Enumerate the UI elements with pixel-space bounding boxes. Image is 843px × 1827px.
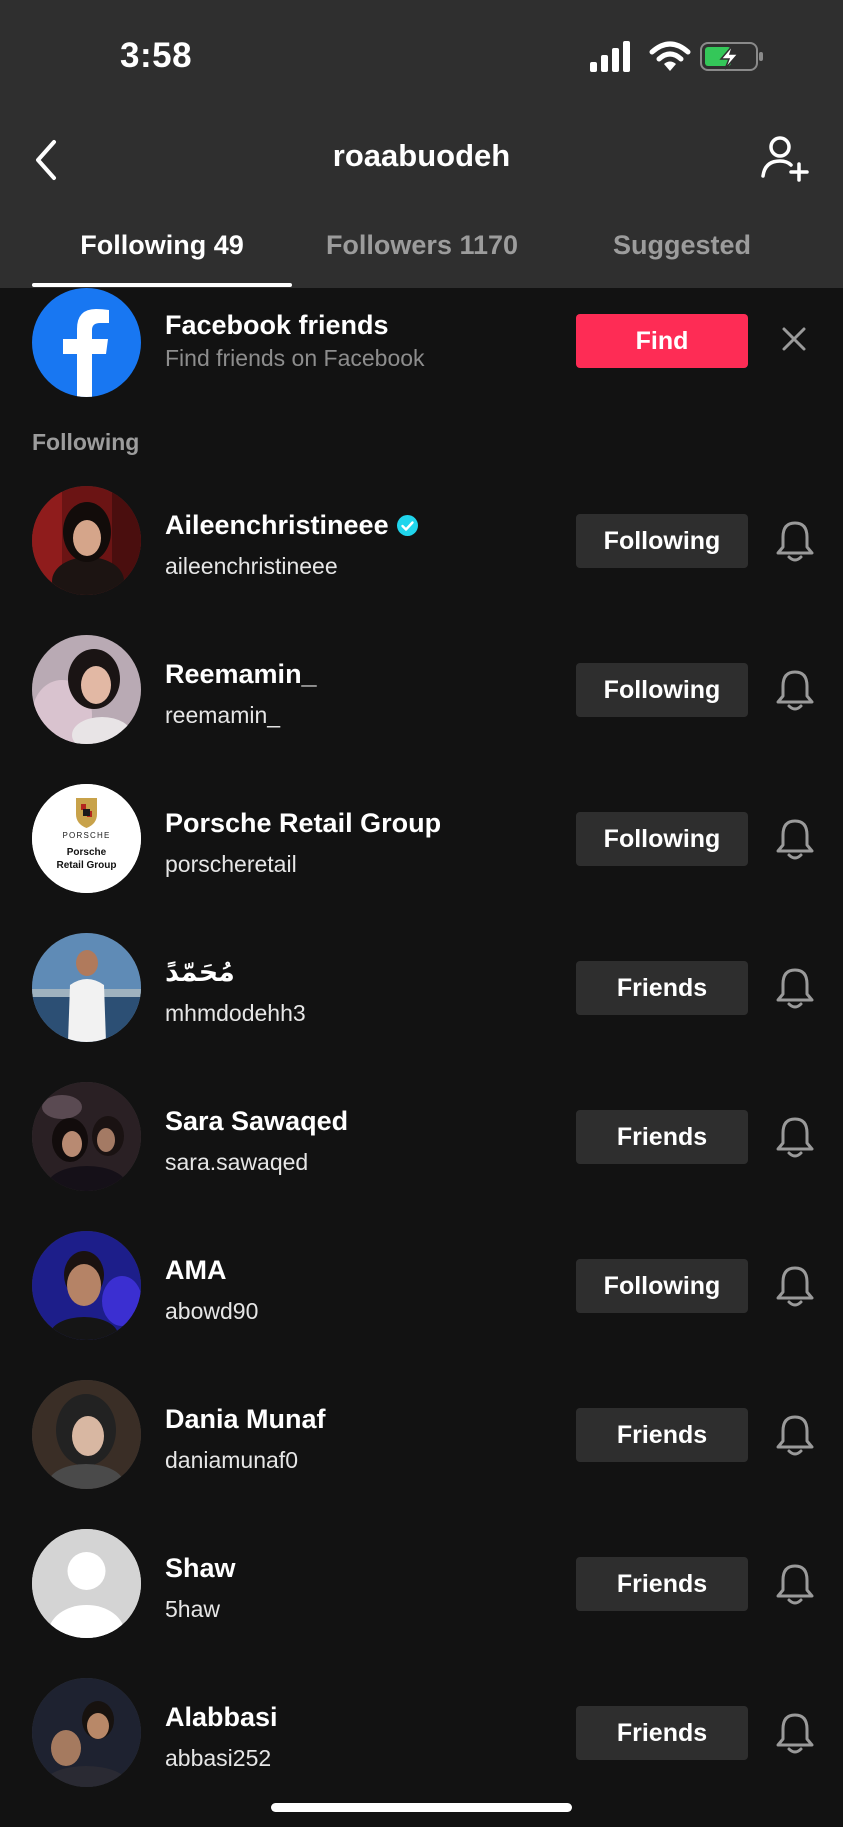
- following-button[interactable]: Following: [576, 514, 748, 568]
- list-item[interactable]: AMA abowd90 Following: [0, 1228, 843, 1377]
- user-display-name[interactable]: Aileenchristineee: [165, 510, 418, 541]
- avatar[interactable]: [32, 1380, 141, 1489]
- bell-icon: [776, 1266, 814, 1307]
- user-handle: aileenchristineee: [165, 553, 338, 579]
- user-display-name[interactable]: Dania Munaf: [165, 1404, 326, 1435]
- avatar[interactable]: [32, 1678, 141, 1787]
- avatar[interactable]: [32, 635, 141, 744]
- add-user-icon: [761, 136, 809, 182]
- avatar[interactable]: [32, 933, 141, 1042]
- user-handle: porscheretail: [165, 851, 297, 877]
- header-region: 3:58 roaabuodeh Following 49 Followers 1…: [0, 0, 843, 288]
- user-handle: abowd90: [165, 1298, 259, 1324]
- friends-button[interactable]: Friends: [576, 1408, 748, 1462]
- user-display-name[interactable]: AMA: [165, 1255, 227, 1286]
- notification-button[interactable]: [774, 817, 816, 863]
- list-item[interactable]: PORSCHE Porsche Retail Group Porsche Ret…: [0, 781, 843, 930]
- bell-icon: [776, 1117, 814, 1158]
- home-indicator[interactable]: [271, 1803, 572, 1812]
- dismiss-button[interactable]: [779, 324, 809, 354]
- user-display-name[interactable]: Reemamin_: [165, 659, 317, 690]
- add-user-button[interactable]: [760, 134, 810, 184]
- user-display-name[interactable]: Alabbasi: [165, 1702, 278, 1733]
- tab-bar: Following 49 Followers 1170 Suggested: [0, 222, 843, 288]
- following-button[interactable]: Following: [576, 663, 748, 717]
- find-button[interactable]: Find: [576, 314, 748, 368]
- notification-button[interactable]: [774, 668, 816, 714]
- tab-followers[interactable]: Followers 1170: [292, 230, 552, 282]
- user-handle: reemamin_: [165, 702, 281, 728]
- friends-button[interactable]: Friends: [576, 961, 748, 1015]
- list-item[interactable]: Reemamin_ reemamin_ Following: [0, 632, 843, 781]
- facebook-logo: [32, 288, 141, 397]
- friends-button[interactable]: Friends: [576, 1110, 748, 1164]
- friends-button[interactable]: Friends: [576, 1557, 748, 1611]
- close-icon: [782, 327, 806, 351]
- bell-icon: [776, 968, 814, 1009]
- bell-icon: [776, 1564, 814, 1605]
- list-item[interactable]: Dania Munaf daniamunaf0 Friends: [0, 1377, 843, 1526]
- svg-text:PORSCHE: PORSCHE: [63, 831, 111, 840]
- default-avatar-icon: [32, 1529, 141, 1638]
- section-label: Following: [32, 429, 140, 455]
- notification-button[interactable]: [774, 1711, 816, 1757]
- bell-icon: [776, 1415, 814, 1456]
- tab-suggested[interactable]: Suggested: [552, 230, 812, 282]
- avatar[interactable]: [32, 486, 141, 595]
- status-icons: [590, 41, 763, 72]
- verified-badge-icon: [396, 515, 418, 536]
- facebook-f-icon: [63, 309, 109, 397]
- list-item[interactable]: Aileenchristineee aileenchristineee Foll…: [0, 483, 843, 632]
- battery-charging-icon: [700, 42, 763, 71]
- following-button[interactable]: Following: [576, 1259, 748, 1313]
- facebook-card-title: Facebook friends: [165, 310, 389, 340]
- avatar[interactable]: PORSCHE Porsche Retail Group: [32, 784, 141, 893]
- list-item[interactable]: Shaw 5haw Friends: [0, 1526, 843, 1675]
- following-button[interactable]: Following: [576, 812, 748, 866]
- user-handle: mhmdodehh3: [165, 1000, 306, 1026]
- page-title: roaabuodeh: [332, 138, 511, 173]
- wifi-icon: [649, 41, 691, 71]
- following-list: Aileenchristineee aileenchristineee Foll…: [0, 483, 843, 1824]
- bell-icon: [776, 1713, 814, 1754]
- notification-button[interactable]: [774, 1562, 816, 1608]
- cellular-signal-icon: [590, 41, 630, 72]
- notification-button[interactable]: [774, 1264, 816, 1310]
- user-display-name[interactable]: Sara Sawaqed: [165, 1106, 348, 1137]
- list-item[interactable]: Alabbasi abbasi252 Friends: [0, 1675, 843, 1824]
- user-handle: daniamunaf0: [165, 1447, 298, 1473]
- status-time: 3:58: [120, 36, 193, 75]
- user-handle: 5haw: [165, 1596, 220, 1622]
- notification-button[interactable]: [774, 519, 816, 565]
- notification-button[interactable]: [774, 966, 816, 1012]
- bell-icon: [776, 521, 814, 562]
- user-display-name[interactable]: مُحَمّدً: [165, 957, 235, 988]
- friends-button[interactable]: Friends: [576, 1706, 748, 1760]
- list-item[interactable]: Sara Sawaqed sara.sawaqed Friends: [0, 1079, 843, 1228]
- notification-button[interactable]: [774, 1115, 816, 1161]
- active-tab-indicator: [32, 283, 292, 287]
- avatar[interactable]: [32, 1231, 141, 1340]
- tab-following[interactable]: Following 49: [32, 230, 292, 282]
- bell-icon: [776, 819, 814, 860]
- user-display-name[interactable]: Shaw: [165, 1553, 236, 1584]
- user-display-name[interactable]: Porsche Retail Group: [165, 808, 441, 839]
- avatar[interactable]: [32, 1082, 141, 1191]
- list-item[interactable]: مُحَمّدً mhmdodehh3 Friends: [0, 930, 843, 1079]
- notification-button[interactable]: [774, 1413, 816, 1459]
- facebook-card-subtitle: Find friends on Facebook: [165, 345, 425, 371]
- bell-icon: [776, 670, 814, 711]
- avatar-caption: Porsche Retail Group: [56, 847, 117, 871]
- facebook-friends-card[interactable]: Facebook friends Find friends on Faceboo…: [0, 288, 843, 398]
- avatar[interactable]: [32, 1529, 141, 1638]
- user-handle: abbasi252: [165, 1745, 272, 1771]
- user-handle: sara.sawaqed: [165, 1149, 309, 1175]
